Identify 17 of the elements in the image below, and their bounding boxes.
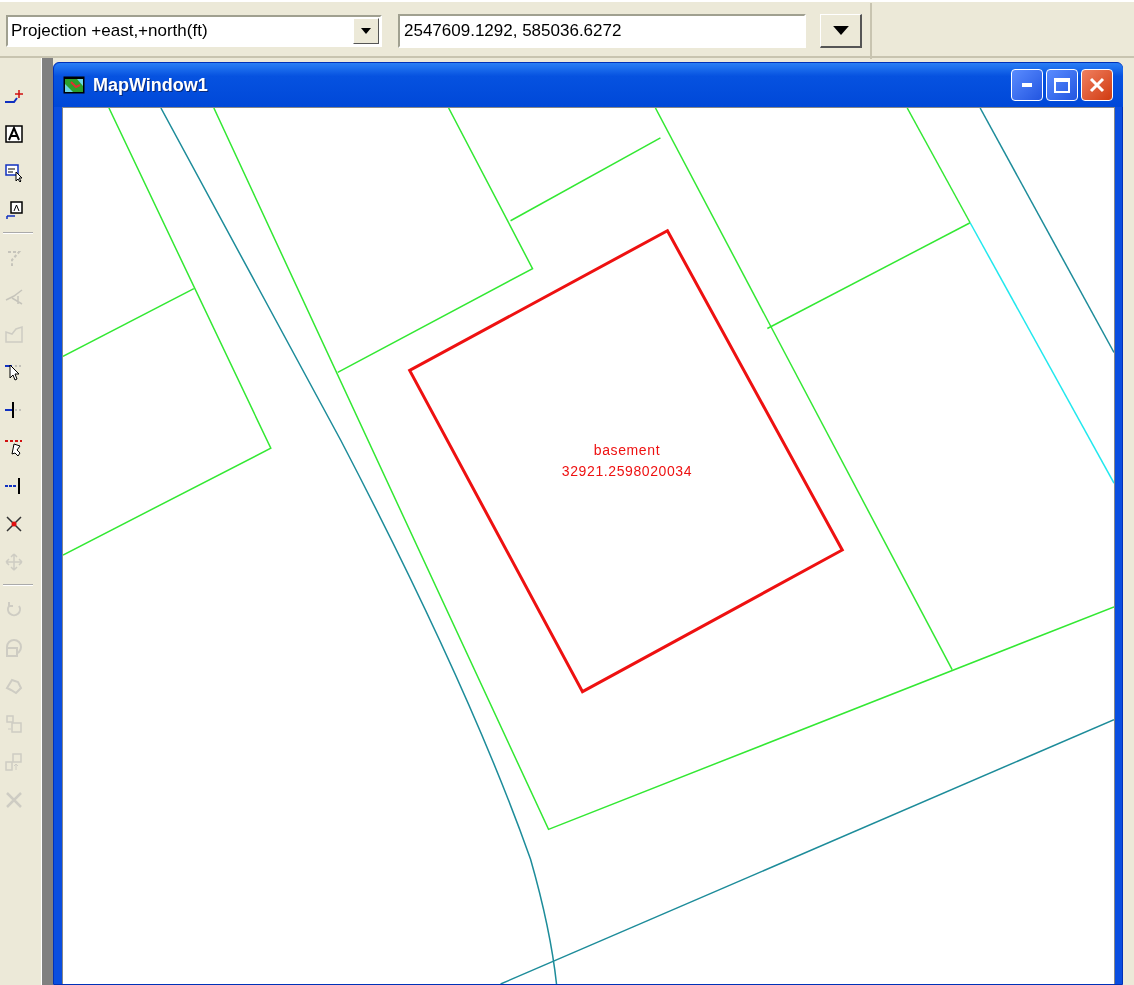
minimize-button[interactable] [1011,69,1043,101]
close-button[interactable] [1081,69,1113,101]
maximize-button[interactable] [1046,69,1078,101]
caret-icon [361,28,371,34]
minimize-icon [1022,83,1032,87]
coordinate-field[interactable]: 2547609.1292, 585036.6272 [398,14,806,48]
close-icon [1089,77,1105,93]
map-label: 32921.2598020034 [561,462,693,481]
dropdown-button[interactable] [820,14,862,48]
window-title: MapWindow1 [93,74,208,96]
caret-icon [832,26,849,35]
projection-text: Projection +east,+north(ft) [10,21,208,41]
map-icon [63,76,85,94]
maximize-icon [1054,77,1070,93]
projection-dropdown[interactable]: Projection +east,+north(ft) [6,15,382,47]
map-label: basement [593,441,661,460]
dropdown-button[interactable] [353,18,379,44]
